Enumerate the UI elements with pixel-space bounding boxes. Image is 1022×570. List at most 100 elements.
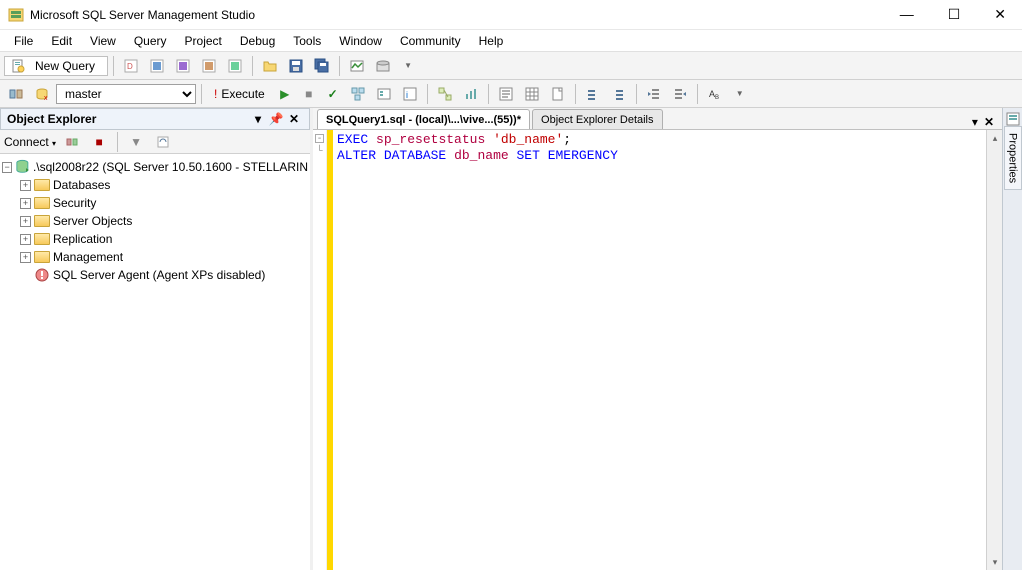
new-query-button[interactable]: New Query xyxy=(4,56,108,76)
tree-root[interactable]: − .\sql2008r22 (SQL Server 10.50.1600 - … xyxy=(2,158,308,176)
available-db-icon[interactable]: x xyxy=(30,83,54,105)
toolbar-dropdown-icon[interactable]: ▼ xyxy=(729,83,751,105)
tree-node-management[interactable]: +Management xyxy=(20,248,308,266)
tree-node-replication[interactable]: +Replication xyxy=(20,230,308,248)
estimated-plan-icon[interactable] xyxy=(346,83,370,105)
tab-sql-query[interactable]: SQLQuery1.sql - (local)\...\vive...(55))… xyxy=(317,109,530,129)
activity-monitor-icon[interactable] xyxy=(345,55,369,77)
pane-close-icon[interactable]: ✕ xyxy=(285,112,303,126)
expand-toggle-icon[interactable]: + xyxy=(20,216,31,227)
main-toolbar: New Query D ▼ xyxy=(0,52,1022,80)
change-connection-icon[interactable] xyxy=(4,83,28,105)
expand-toggle-icon[interactable]: − xyxy=(2,162,12,173)
specify-template-icon[interactable]: AB xyxy=(703,83,727,105)
registered-servers-icon[interactable] xyxy=(371,55,395,77)
decrease-indent-icon[interactable] xyxy=(642,83,666,105)
title-bar: Microsoft SQL Server Management Studio —… xyxy=(0,0,1022,30)
save-all-icon[interactable] xyxy=(310,55,334,77)
menu-view[interactable]: View xyxy=(82,32,124,50)
expand-toggle-icon[interactable]: + xyxy=(20,252,31,263)
pane-pin-icon[interactable]: 📌 xyxy=(267,112,285,126)
menu-file[interactable]: File xyxy=(6,32,41,50)
folder-icon xyxy=(34,215,50,227)
xmla-query-icon[interactable] xyxy=(223,55,247,77)
parse-icon[interactable]: ✓ xyxy=(322,83,344,105)
svg-text:x: x xyxy=(44,95,48,102)
mdx-query-icon[interactable] xyxy=(171,55,195,77)
tab-object-explorer-details[interactable]: Object Explorer Details xyxy=(532,109,663,129)
menu-community[interactable]: Community xyxy=(392,32,469,50)
results-file-icon[interactable] xyxy=(546,83,570,105)
comment-icon[interactable] xyxy=(581,83,605,105)
scroll-down-icon[interactable]: ▾ xyxy=(987,554,1003,570)
increase-indent-icon[interactable] xyxy=(668,83,692,105)
maximize-button[interactable]: ☐ xyxy=(940,2,969,27)
uncomment-icon[interactable] xyxy=(607,83,631,105)
database-selector[interactable]: master xyxy=(56,84,196,104)
menu-debug[interactable]: Debug xyxy=(232,32,283,50)
new-query-icon xyxy=(11,59,25,73)
folder-icon xyxy=(34,197,50,209)
app-icon xyxy=(8,7,24,23)
dropdown-icon[interactable]: ▼ xyxy=(397,55,419,77)
document-tab-bar: SQLQuery1.sql - (local)\...\vive...(55))… xyxy=(313,108,1002,130)
db-engine-query-icon[interactable]: D xyxy=(119,55,143,77)
menu-query[interactable]: Query xyxy=(126,32,175,50)
query-options-icon[interactable] xyxy=(372,83,396,105)
server-label: .\sql2008r22 (SQL Server 10.50.1600 - ST… xyxy=(33,160,308,174)
disconnect-icon[interactable] xyxy=(60,131,84,153)
folder-icon xyxy=(34,251,50,263)
include-stats-icon[interactable] xyxy=(459,83,483,105)
tree-node-databases[interactable]: +Databases xyxy=(20,176,308,194)
results-text-icon[interactable] xyxy=(494,83,518,105)
svg-text:B: B xyxy=(715,95,719,101)
properties-tab[interactable]: Properties xyxy=(1004,126,1022,190)
connect-button[interactable]: Connect ▾ xyxy=(4,135,56,149)
agent-icon xyxy=(34,267,50,283)
pane-dropdown-icon[interactable]: ▾ xyxy=(249,112,267,126)
active-files-dropdown-icon[interactable]: ▾ xyxy=(972,115,978,129)
menu-help[interactable]: Help xyxy=(471,32,512,50)
intellisense-icon[interactable]: i xyxy=(398,83,422,105)
dmx-query-icon[interactable] xyxy=(197,55,221,77)
svg-text:i: i xyxy=(406,90,408,100)
stop-button[interactable]: ■ xyxy=(298,83,320,105)
execute-button[interactable]: ! Execute xyxy=(207,83,272,105)
close-tab-icon[interactable]: ✕ xyxy=(980,115,998,129)
menu-window[interactable]: Window xyxy=(331,32,390,50)
expand-toggle-icon[interactable]: + xyxy=(20,180,31,191)
minimize-button[interactable]: — xyxy=(892,2,922,27)
vertical-scrollbar[interactable]: ▴ ▾ xyxy=(986,130,1002,570)
window-title: Microsoft SQL Server Management Studio xyxy=(30,8,255,22)
menu-tools[interactable]: Tools xyxy=(285,32,329,50)
save-icon[interactable] xyxy=(284,55,308,77)
menu-project[interactable]: Project xyxy=(177,32,230,50)
scroll-up-icon[interactable]: ▴ xyxy=(987,130,1003,146)
filter-icon[interactable]: ▼ xyxy=(125,131,147,153)
close-button[interactable]: ✕ xyxy=(986,2,1014,27)
object-explorer-pane: Object Explorer ▾ 📌 ✕ Connect ▾ ■ ▼ − .\… xyxy=(0,108,313,570)
object-explorer-header: Object Explorer ▾ 📌 ✕ xyxy=(0,108,310,130)
content-area: Object Explorer ▾ 📌 ✕ Connect ▾ ■ ▼ − .\… xyxy=(0,108,1022,570)
right-side-tabs: Properties xyxy=(1002,108,1022,570)
debug-button[interactable]: ▶ xyxy=(274,83,296,105)
expand-toggle-icon[interactable]: + xyxy=(20,198,31,209)
refresh-icon[interactable] xyxy=(151,131,175,153)
tree-node-security[interactable]: +Security xyxy=(20,194,308,212)
outline-gutter: - └ xyxy=(313,130,327,570)
stop-icon[interactable]: ■ xyxy=(88,131,110,153)
code-editor[interactable]: - └ EXEC sp_resetstatus 'db_name'; ALTER… xyxy=(313,130,1002,570)
expand-toggle-icon[interactable]: + xyxy=(20,234,31,245)
include-plan-icon[interactable] xyxy=(433,83,457,105)
collapse-region-icon[interactable]: - xyxy=(315,134,324,143)
analysis-query-icon[interactable] xyxy=(145,55,169,77)
object-explorer-title: Object Explorer xyxy=(7,112,96,126)
tree-node-agent[interactable]: SQL Server Agent (Agent XPs disabled) xyxy=(20,266,308,284)
menu-edit[interactable]: Edit xyxy=(43,32,80,50)
folder-icon xyxy=(34,179,50,191)
execute-label: Execute xyxy=(221,87,264,101)
results-grid-icon[interactable] xyxy=(520,83,544,105)
open-file-icon[interactable] xyxy=(258,55,282,77)
code-text[interactable]: EXEC sp_resetstatus 'db_name'; ALTER DAT… xyxy=(333,130,986,570)
tree-node-server-objects[interactable]: +Server Objects xyxy=(20,212,308,230)
